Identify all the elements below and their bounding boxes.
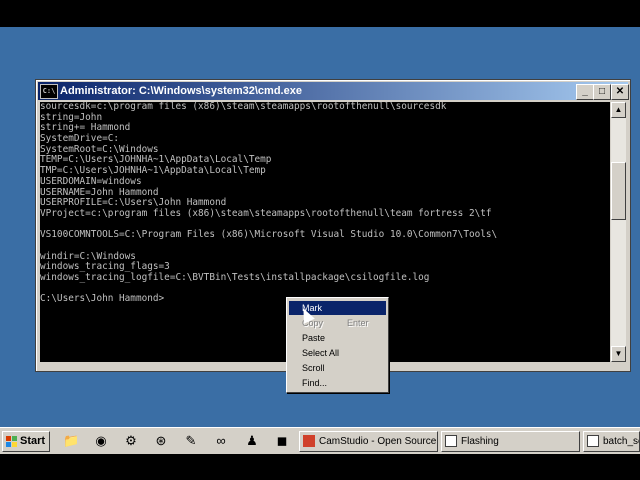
task-label: CamStudio - Open Source [319, 436, 437, 447]
console-line: VS100COMNTOOLS=C:\Program Files (x86)\Mi… [40, 229, 498, 241]
maximize-button[interactable]: □ [593, 84, 611, 100]
menu-item-paste[interactable]: Paste [289, 331, 386, 345]
window-icon [445, 435, 457, 447]
start-button[interactable]: Start [2, 431, 50, 452]
scroll-down-icon[interactable]: ▼ [611, 346, 626, 362]
scroll-up-icon[interactable]: ▲ [611, 102, 626, 118]
menu-item-label: Scroll [302, 363, 325, 373]
task-label: batch_se [603, 436, 640, 447]
menu-item-scroll[interactable]: Scroll [289, 361, 386, 375]
menu-item-label: Find... [302, 378, 328, 388]
menu-item-select-all[interactable]: Select All [289, 346, 386, 360]
window-title: Administrator: C:\Windows\system32\cmd.e… [60, 85, 302, 97]
binoculars-icon[interactable]: ∞ [213, 433, 229, 449]
minimize-button[interactable]: _ [576, 84, 594, 100]
windows-flag-icon [6, 436, 17, 447]
taskbar: Start 📁 ◉ ⚙ ⊛ ✎ ∞ ♟ ◼ CamStudio - Open S… [0, 427, 640, 454]
console-line: USERDOMAIN=windows [40, 175, 142, 187]
console-line: VProject=c:\program files (x86)\steam\st… [40, 207, 492, 219]
scroll-thumb[interactable] [611, 162, 626, 220]
vertical-scrollbar[interactable]: ▲ ▼ [611, 102, 626, 362]
menu-item-shortcut: Enter [347, 318, 369, 328]
console-line: windows_tracing_logfile=C:\BVTBin\Tests\… [40, 272, 430, 283]
app-icon[interactable]: ◼ [274, 433, 290, 449]
figure-icon[interactable]: ♟ [244, 433, 260, 449]
camstudio-icon [303, 435, 315, 447]
media-icon[interactable]: ◉ [93, 433, 109, 449]
console-line: sourcesdk=c:\program files (x86)\steam\s… [40, 102, 447, 112]
menu-item-label: Paste [302, 333, 326, 343]
title-bar[interactable]: C:\ Administrator: C:\Windows\system32\c… [38, 82, 629, 100]
menu-item-find[interactable]: Find... [289, 376, 386, 390]
task-button-flashing[interactable]: Flashing [441, 431, 580, 452]
menu-item-label: Select All [302, 348, 340, 358]
cmd-icon[interactable]: C:\ [40, 84, 58, 99]
task-label: Flashing [461, 436, 499, 447]
gear-icon[interactable]: ⚙ [123, 433, 139, 449]
folder-icon[interactable]: 📁 [63, 433, 79, 449]
console-line: string+= Hammond [40, 122, 131, 134]
document-icon [587, 435, 599, 447]
notepad-icon[interactable]: ✎ [183, 433, 199, 449]
start-label: Start [20, 435, 46, 447]
close-button[interactable]: ✕ [611, 84, 629, 100]
task-button-camstudio[interactable]: CamStudio - Open Source [299, 431, 438, 452]
task-button-batch[interactable]: batch_se [583, 431, 640, 452]
steam-icon[interactable]: ⊛ [153, 433, 169, 449]
